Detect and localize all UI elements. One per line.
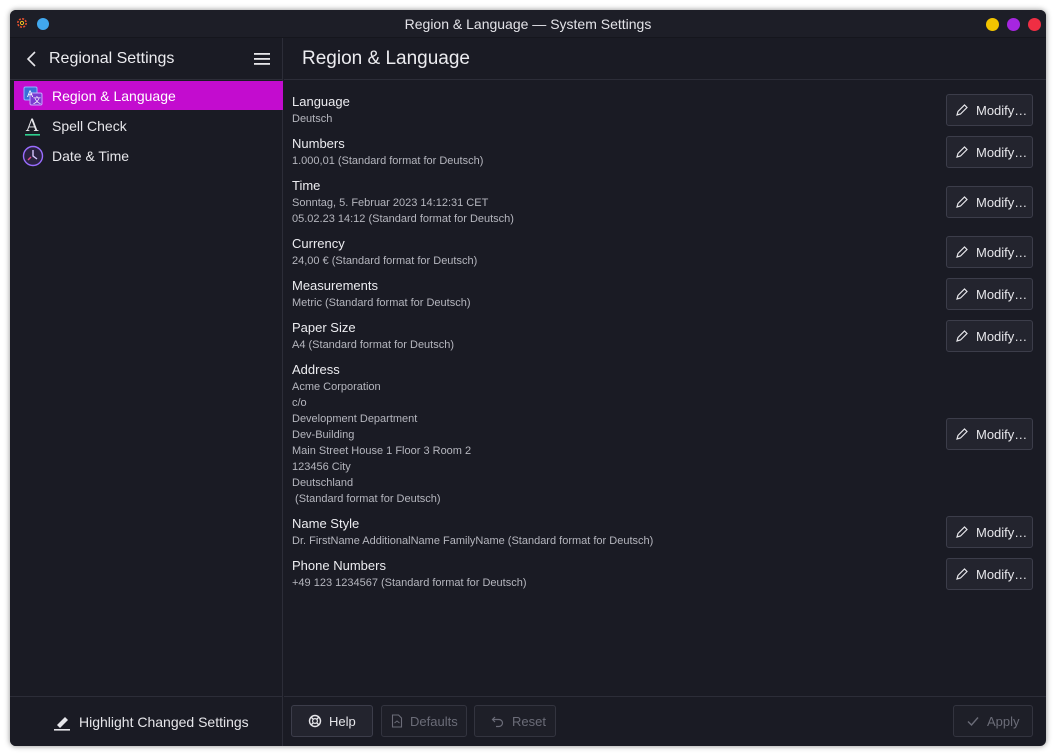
modify-name-style-button[interactable]: Modify… (946, 516, 1033, 548)
setting-value-address-line: c/o (292, 397, 307, 409)
modify-label: Modify… (976, 566, 1028, 582)
pencil-icon (956, 526, 968, 538)
setting-value-address-line: 123456 City (292, 461, 351, 473)
setting-label-paper-size: Paper Size (292, 320, 356, 335)
setting-value-address-line: Dev-Building (292, 429, 355, 441)
setting-value-phone-numbers: +49 123 1234567 (Standard format for Deu… (292, 577, 527, 589)
setting-value-address-line: Development Department (292, 413, 418, 425)
help-button[interactable]: Help (291, 705, 373, 737)
highlighter-icon (54, 717, 70, 731)
modify-phone-numbers-button[interactable]: Modify… (946, 558, 1033, 590)
setting-value-paper-size: A4 (Standard format for Deutsch) (292, 339, 455, 351)
setting-label-address: Address (292, 362, 340, 377)
pencil-icon (956, 196, 968, 208)
pencil-icon (956, 330, 968, 342)
pencil-icon (956, 246, 968, 258)
sidebar-item-label: Region & Language (52, 87, 176, 104)
help-lifebuoy-icon (308, 714, 322, 728)
modify-label: Modify… (976, 102, 1028, 118)
setting-label-name-style: Name Style (292, 516, 360, 531)
sidebar: Regional Settings A 文 Region & Language (10, 38, 283, 746)
svg-text:A: A (25, 116, 39, 136)
setting-label-numbers: Numbers (292, 136, 345, 151)
modify-measurements-button[interactable]: Modify… (946, 278, 1033, 310)
modify-label: Modify… (976, 426, 1028, 442)
spell-check-icon: A (21, 114, 45, 138)
modify-time-button[interactable]: Modify… (946, 186, 1033, 218)
sidebar-footer: Highlight Changed Settings (10, 696, 283, 746)
setting-value-language: Deutsch (292, 113, 333, 125)
modify-label: Modify… (976, 524, 1028, 540)
modify-label: Modify… (976, 144, 1028, 160)
title-bar[interactable]: Region & Language — System Settings (10, 10, 1046, 38)
reset-label: Reset (512, 713, 546, 729)
modify-label: Modify… (976, 328, 1028, 344)
pencil-icon (956, 104, 968, 116)
setting-value-measurements: Metric (Standard format for Deutsch) (292, 297, 471, 309)
settings-window: Region & Language — System Settings Regi… (10, 10, 1046, 746)
setting-value-time-short: 05.02.23 14:12 (Standard format for Deut… (292, 213, 514, 225)
highlight-changed-settings-button[interactable]: Highlight Changed Settings (53, 711, 249, 733)
hamburger-menu-icon[interactable] (253, 51, 271, 67)
date-time-icon (21, 144, 45, 168)
sidebar-item-region-language[interactable]: A 文 Region & Language (14, 81, 283, 110)
region-language-icon: A 文 (21, 84, 45, 108)
modify-numbers-button[interactable]: Modify… (946, 136, 1033, 168)
setting-value-address-line: Main Street House 1 Floor 3 Room 2 (292, 445, 472, 457)
modify-label: Modify… (976, 194, 1028, 210)
setting-value-address-line: Deutschland (292, 477, 354, 489)
sidebar-item-label: Date & Time (52, 147, 130, 164)
apply-label: Apply (987, 713, 1020, 729)
modify-label: Modify… (976, 286, 1028, 302)
pencil-icon (956, 288, 968, 300)
back-arrow-icon[interactable] (24, 50, 40, 68)
window-title: Region & Language — System Settings (404, 16, 652, 32)
modify-paper-size-button[interactable]: Modify… (946, 320, 1033, 352)
checkmark-icon (967, 717, 979, 727)
setting-value-name-style: Dr. FirstName AdditionalName FamilyName … (292, 535, 654, 547)
main-content: Region & Language Language Deutsch Modif… (284, 38, 1046, 746)
modify-currency-button[interactable]: Modify… (946, 236, 1033, 268)
setting-value-address-line: (Standard format for Deutsch) (292, 493, 441, 505)
setting-label-currency: Currency (292, 236, 345, 251)
pencil-icon (956, 568, 968, 580)
highlight-changed-label: Highlight Changed Settings (79, 714, 249, 730)
pencil-icon (956, 428, 968, 440)
main-header: Region & Language (284, 38, 1046, 80)
sidebar-item-label: Spell Check (52, 117, 127, 134)
setting-label-language: Language (292, 94, 350, 109)
setting-label-time: Time (292, 178, 321, 193)
defaults-label: Defaults (410, 713, 458, 729)
reset-button[interactable]: Reset (474, 705, 556, 737)
modify-address-button[interactable]: Modify… (946, 418, 1033, 450)
apply-button[interactable]: Apply (953, 705, 1033, 737)
setting-value-time-long: Sonntag, 5. Februar 2023 14:12:31 CET (292, 197, 489, 209)
sidebar-header: Regional Settings (10, 38, 283, 80)
modify-label: Modify… (976, 244, 1028, 260)
sidebar-item-spell-check[interactable]: A Spell Check (14, 111, 283, 140)
setting-value-numbers: 1.000,01 (Standard format for Deutsch) (292, 155, 484, 167)
svg-text:文: 文 (33, 95, 41, 105)
pencil-icon (956, 146, 968, 158)
undo-icon (491, 716, 504, 728)
document-defaults-icon (391, 714, 403, 728)
modify-language-button[interactable]: Modify… (946, 94, 1033, 126)
close-button[interactable] (1028, 18, 1041, 31)
setting-label-phone-numbers: Phone Numbers (292, 558, 386, 573)
sidebar-item-date-time[interactable]: Date & Time (14, 141, 283, 170)
maximize-button[interactable] (1007, 18, 1020, 31)
minimize-button[interactable] (986, 18, 999, 31)
setting-label-measurements: Measurements (292, 278, 378, 293)
help-label: Help (329, 713, 356, 729)
main-footer: Help Defaults Reset Apply (284, 696, 1046, 746)
setting-value-address-line: Acme Corporation (292, 381, 381, 393)
page-title: Region & Language (302, 48, 470, 69)
setting-value-currency: 24,00 € (Standard format for Deutsch) (292, 255, 478, 267)
sidebar-title: Regional Settings (49, 50, 175, 67)
defaults-button[interactable]: Defaults (381, 705, 467, 737)
